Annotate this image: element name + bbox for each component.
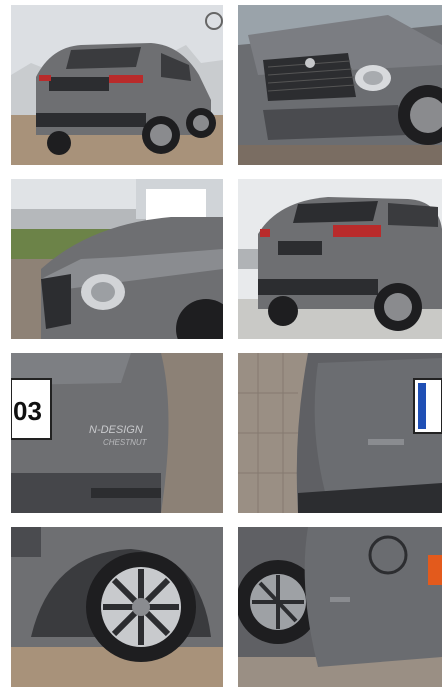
photo-rear-three-quarter-parked[interactable] <box>238 179 442 339</box>
badge-line-1: N-DESIGN <box>89 424 143 436</box>
badge-line-2: CHESTNUT <box>103 438 148 447</box>
photo-door-panel-closeup[interactable] <box>238 527 442 687</box>
rear-plate-text: 03 <box>13 396 42 426</box>
photo-rear-three-quarter[interactable] <box>11 5 223 165</box>
photo-rear-badge-closeup[interactable]: 03 N-DESIGN CHESTNUT <box>11 353 223 513</box>
photo-wheel-closeup[interactable] <box>11 527 223 687</box>
photo-front-side-headlight[interactable] <box>11 179 223 339</box>
photo-rear-bumper-closeup[interactable] <box>238 353 442 513</box>
photo-front-grille-headlight[interactable] <box>238 5 442 165</box>
photo-gallery: 03 N-DESIGN CHESTNUT <box>0 0 442 687</box>
